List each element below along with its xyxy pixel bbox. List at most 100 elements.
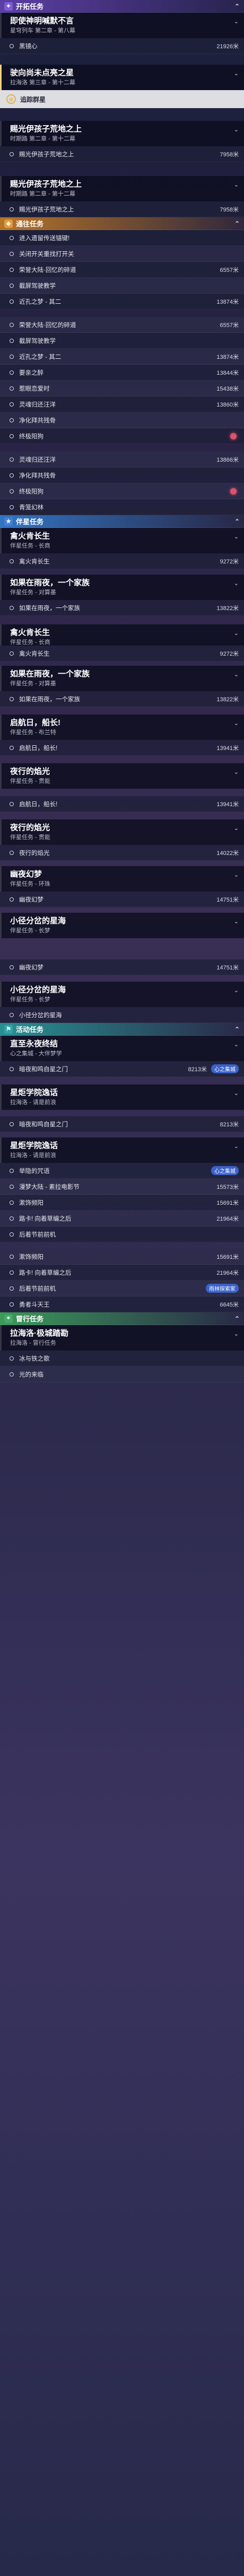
objective-row[interactable]: 光的来临 bbox=[0, 1366, 244, 1382]
chevron-up-icon[interactable]: ⌃ bbox=[234, 220, 240, 227]
distance-label: 13822米 bbox=[216, 696, 239, 703]
objective-row[interactable]: 冰与铁之歌 bbox=[0, 1351, 244, 1366]
quest-card[interactable]: 驶向尚未点亮之星 拉海洛 第三章 - 第十二幕 ⌄ bbox=[0, 65, 244, 90]
chevron-down-icon[interactable]: ⌄ bbox=[234, 70, 239, 77]
objective-row[interactable]: 路卡! 向着草编之后 21964米 bbox=[0, 1211, 244, 1227]
chevron-down-icon[interactable]: ⌄ bbox=[234, 1090, 239, 1097]
quest-card[interactable]: 赐光伊孩子荒地之上 时期路 第二章 - 第十二幕 ⌄ bbox=[0, 176, 244, 201]
quest-card[interactable]: 直至永夜终结 心之集城 - 大伴梦学 ⌄ bbox=[0, 1036, 244, 1061]
objective-row[interactable]: 禽火肯长生 9272米 bbox=[0, 646, 244, 661]
objective-bullet-icon bbox=[10, 1216, 14, 1221]
objective-text: 后着节前前机 bbox=[19, 1285, 56, 1292]
objective-row[interactable]: 小径分岔的星海 bbox=[0, 1007, 244, 1023]
quest-card[interactable]: 如果在雨夜，一个家族 伴星任务 - 对算墨 ⌄ bbox=[0, 575, 244, 600]
objective-row[interactable]: 荣誉大陆·回忆的碎道 6557米 bbox=[0, 262, 244, 278]
objective-row[interactable]: 漱饰频阳 15691米 bbox=[0, 1249, 244, 1265]
objective-row[interactable]: 幽夜幻梦 14751米 bbox=[0, 959, 244, 975]
objective-row[interactable]: 近孔之梦 - 其二 13874米 bbox=[0, 294, 244, 310]
quest-card[interactable]: 星炬学院逸话 拉海洛 - 请是前浪 ⌄ bbox=[0, 1084, 244, 1110]
objective-row[interactable]: 青笼幻林 bbox=[0, 499, 244, 515]
objective-row[interactable]: 暗夜和鸣自星之门 8213米 bbox=[0, 1116, 244, 1132]
objective-bullet-icon bbox=[10, 1168, 14, 1173]
chevron-down-icon[interactable]: ⌄ bbox=[234, 720, 239, 727]
section-header-trailblaze[interactable]: ✦ 开拓任务 ⌃ bbox=[0, 0, 244, 13]
objective-row[interactable]: 勇者斗天王 6645米 bbox=[0, 1296, 244, 1312]
chevron-down-icon[interactable]: ⌄ bbox=[234, 533, 239, 540]
chevron-down-icon[interactable]: ⌄ bbox=[234, 825, 239, 832]
quest-card[interactable]: 启航日，船长! 伴星任务 - 布兰特 ⌄ bbox=[0, 714, 244, 740]
objective-bullet-icon bbox=[10, 1372, 14, 1377]
chevron-down-icon[interactable]: ⌄ bbox=[234, 580, 239, 587]
objective-row[interactable]: 灵魂归还汪洋 13866米 bbox=[0, 452, 244, 467]
section-header-event[interactable]: ⚑ 活动任务 ⌃ bbox=[0, 1023, 244, 1036]
chevron-up-icon[interactable]: ⌃ bbox=[234, 518, 240, 525]
objective-row[interactable]: 如果在雨夜，一个家族 13822米 bbox=[0, 691, 244, 707]
objective-row[interactable]: 近孔之梦 - 其二 13874米 bbox=[0, 349, 244, 365]
chevron-down-icon[interactable]: ⌄ bbox=[234, 1330, 239, 1337]
chevron-down-icon[interactable]: ⌄ bbox=[234, 181, 239, 188]
waypoint-marker-icon[interactable] bbox=[230, 488, 237, 495]
objective-row[interactable]: 启航日，船长! 13941米 bbox=[0, 740, 244, 756]
objective-row[interactable]: 净化拜共残骨 bbox=[0, 412, 244, 428]
track-quest-button[interactable]: ◎ 追踪群星 bbox=[0, 90, 244, 108]
quest-card[interactable]: 赐光伊孩子荒地之上 时期路 第二章 - 第十二幕 ⌄ bbox=[0, 121, 244, 146]
quest-card[interactable]: 即使神明喊默不言 星穹列车 第二章 - 第八幕 ⌄ bbox=[0, 13, 244, 38]
quest-card[interactable]: 拉海洛·极城踏勘 拉海洛 - 冒行任务 ⌄ bbox=[0, 1325, 244, 1351]
objective-row[interactable]: 荣誉大陆·回忆的碎道 6557米 bbox=[0, 317, 244, 333]
objective-row[interactable]: 截屏驾驶教学 bbox=[0, 333, 244, 349]
objective-row[interactable]: 灵魂归还汪洋 13860米 bbox=[0, 396, 244, 412]
quest-card[interactable]: 如果在雨夜，一个家族 伴星任务 - 对算墨 ⌄ bbox=[0, 666, 244, 691]
objective-row[interactable]: 如果在雨夜，一个家族 13822米 bbox=[0, 600, 244, 616]
quest-card[interactable]: 小径分岔的星海 伴星任务 - 长梦 ⌄ bbox=[0, 913, 244, 938]
objective-row[interactable]: 启航日，船长! 13941米 bbox=[0, 796, 244, 812]
objective-row[interactable]: 后着节前前机 bbox=[0, 1227, 244, 1242]
section-header-adventure[interactable]: ⌖ 冒行任务 ⌃ bbox=[0, 1312, 244, 1325]
objective-row[interactable]: 惹眼恋爱时 15438米 bbox=[0, 381, 244, 396]
objective-row[interactable]: 赐光伊孩子荒地之上 7958米 bbox=[0, 146, 244, 162]
objective-row[interactable]: 后着节前前机 雨林探索家 bbox=[0, 1281, 244, 1296]
chevron-down-icon[interactable]: ⌄ bbox=[234, 918, 239, 925]
objective-row[interactable]: 幽夜幻梦 14751米 bbox=[0, 892, 244, 907]
objective-row[interactable]: 举隐的咒语 心之集城 bbox=[0, 1163, 244, 1179]
chevron-up-icon[interactable]: ⌃ bbox=[234, 3, 240, 10]
objective-row[interactable]: 黑镜心 21926米 bbox=[0, 38, 244, 54]
chevron-down-icon[interactable]: ⌄ bbox=[234, 126, 239, 133]
chevron-down-icon[interactable]: ⌄ bbox=[234, 671, 239, 678]
chevron-down-icon[interactable]: ⌄ bbox=[234, 18, 239, 25]
quest-title: 即使神明喊默不言 bbox=[10, 16, 74, 25]
chevron-down-icon[interactable]: ⌄ bbox=[234, 630, 239, 637]
objective-text: 幽夜幻梦 bbox=[19, 896, 43, 903]
objective-row[interactable]: 终极阳狗 bbox=[0, 483, 244, 499]
objective-row[interactable]: 漫梦大陆 - 素拉电影节 15573米 bbox=[0, 1179, 244, 1195]
section-header-companion[interactable]: ★ 伴星任务 ⌃ bbox=[0, 515, 244, 528]
quest-card[interactable]: 幽夜幻梦 伴星任务 - 环珠 ⌄ bbox=[0, 866, 244, 892]
quest-card[interactable]: 夜行的焰光 伴星任务 - 贯能 ⌄ bbox=[0, 763, 244, 789]
waypoint-marker-icon[interactable] bbox=[230, 433, 237, 439]
objective-row[interactable]: 漱饰频阳 15691米 bbox=[0, 1195, 244, 1211]
objective-row[interactable]: 禽火肯长生 9272米 bbox=[0, 553, 244, 569]
quest-card[interactable]: 禽火肯长生 伴星任务 - 长商 ⌄ bbox=[0, 624, 244, 646]
quest-card[interactable]: 星炬学院逸话 拉海洛 - 请是前浪 ⌄ bbox=[0, 1137, 244, 1163]
objective-row[interactable]: 赐光伊孩子荒地之上 7958米 bbox=[0, 201, 244, 217]
chevron-down-icon[interactable]: ⌄ bbox=[234, 871, 239, 878]
chevron-up-icon[interactable]: ⌃ bbox=[234, 1315, 240, 1322]
objective-row[interactable]: 关闭开关重找打开关 bbox=[0, 246, 244, 262]
chevron-down-icon[interactable]: ⌄ bbox=[234, 769, 239, 775]
objective-row[interactable]: 路卡! 向着草编之后 21964米 bbox=[0, 1265, 244, 1281]
objective-row[interactable]: 夜行的焰光 14022米 bbox=[0, 845, 244, 861]
chevron-down-icon[interactable]: ⌄ bbox=[234, 1143, 239, 1150]
objective-row[interactable]: 截屏驾驶教学 bbox=[0, 278, 244, 294]
objective-row[interactable]: 进入遗留传送锚键! bbox=[0, 230, 244, 246]
section-header-daily[interactable]: ◈ 通往任务 ⌃ bbox=[0, 217, 244, 230]
objective-row[interactable]: 终极阳狗 bbox=[0, 428, 244, 444]
chevron-down-icon[interactable]: ⌄ bbox=[234, 1041, 239, 1048]
quest-card[interactable]: 禽火肯长生 伴星任务 - 长商 ⌄ bbox=[0, 528, 244, 553]
chevron-up-icon[interactable]: ⌃ bbox=[234, 1026, 240, 1033]
quest-card[interactable]: 小径分岔的星海 伴星任务 - 长梦 ⌄ bbox=[0, 982, 244, 1007]
objective-row[interactable]: 净化拜共残骨 bbox=[0, 467, 244, 483]
chevron-down-icon[interactable]: ⌄ bbox=[234, 987, 239, 994]
objective-bullet-icon bbox=[10, 801, 14, 806]
objective-row[interactable]: 要亲之醉 13844米 bbox=[0, 365, 244, 381]
objective-row[interactable]: 暗夜和鸣自星之门 8213米 心之集城 bbox=[0, 1061, 244, 1077]
quest-card[interactable]: 夜行的焰光 伴星任务 - 贯能 ⌄ bbox=[0, 819, 244, 845]
